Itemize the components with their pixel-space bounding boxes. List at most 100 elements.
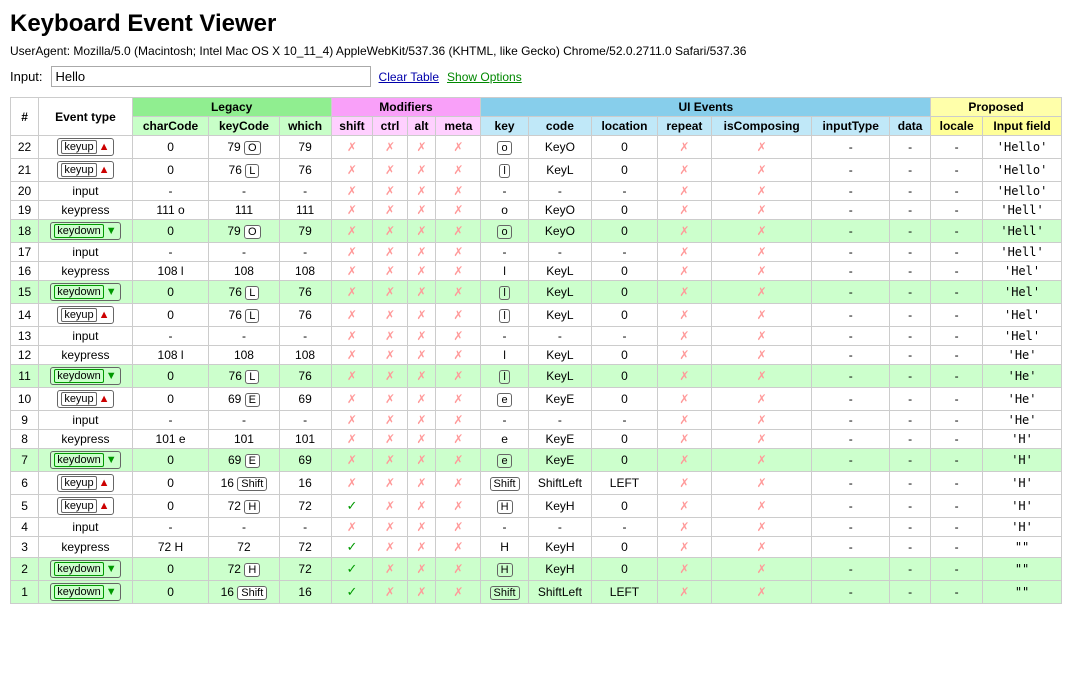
input-field-value: "" xyxy=(1015,540,1029,554)
table-cell: keyup ▲ xyxy=(39,136,133,159)
table-cell: - xyxy=(890,537,931,558)
keydown-badge: keydown ▼ xyxy=(50,583,120,601)
table-row: 11keydown ▼076 L76✗✗✗✗lKeyL0✗✗---'He' xyxy=(11,365,1062,388)
table-cell: ✗ xyxy=(712,243,812,262)
cross-mark: ✗ xyxy=(679,329,689,343)
cross-mark: ✗ xyxy=(757,432,767,446)
col-header-locale: locale xyxy=(931,117,983,136)
table-cell: - xyxy=(812,449,890,472)
table-cell: 'Hel' xyxy=(983,262,1062,281)
col-header-keycode: keyCode xyxy=(209,117,279,136)
cross-mark: ✗ xyxy=(679,562,689,576)
table-cell: ✗ xyxy=(436,346,481,365)
table-cell: keydown ▼ xyxy=(39,449,133,472)
cross-mark: ✗ xyxy=(417,203,427,217)
cross-mark: ✗ xyxy=(453,392,463,406)
cross-mark: ✗ xyxy=(417,369,427,383)
table-cell: - xyxy=(890,201,931,220)
table-cell: 0 xyxy=(132,558,208,581)
table-cell: ✗ xyxy=(373,430,407,449)
col-header-alt: alt xyxy=(407,117,436,136)
table-cell: 'Hell' xyxy=(983,201,1062,220)
table-cell: 9 xyxy=(11,411,39,430)
table-cell: ✗ xyxy=(407,449,436,472)
table-row: 8keypress101 e101101✗✗✗✗eKeyE0✗✗---'H' xyxy=(11,430,1062,449)
table-cell: 111 xyxy=(279,201,331,220)
table-cell: - xyxy=(481,518,528,537)
cross-mark: ✗ xyxy=(757,392,767,406)
table-cell: - xyxy=(890,159,931,182)
table-cell: - xyxy=(279,327,331,346)
table-cell: - xyxy=(812,365,890,388)
cross-mark: ✗ xyxy=(757,413,767,427)
table-row: 14keyup ▲076 L76✗✗✗✗lKeyL0✗✗---'Hel' xyxy=(11,304,1062,327)
table-cell: 69 xyxy=(279,449,331,472)
input-field-value: 'Hel' xyxy=(1004,329,1040,343)
table-cell: KeyE xyxy=(528,449,591,472)
table-cell: ✗ xyxy=(407,430,436,449)
cross-mark: ✗ xyxy=(679,369,689,383)
table-cell: 111 o xyxy=(132,201,208,220)
cross-mark: ✗ xyxy=(679,413,689,427)
table-cell: ✗ xyxy=(712,430,812,449)
table-row: 13input---✗✗✗✗---✗✗---'Hel' xyxy=(11,327,1062,346)
cross-mark: ✗ xyxy=(347,329,357,343)
table-cell: 8 xyxy=(11,430,39,449)
table-cell: l xyxy=(481,159,528,182)
table-cell: ✗ xyxy=(331,159,373,182)
key-badge: l xyxy=(499,309,509,323)
show-options-button[interactable]: Show Options xyxy=(447,70,522,84)
table-cell: ✗ xyxy=(373,365,407,388)
cross-mark: ✗ xyxy=(679,285,689,299)
event-type-text: input xyxy=(72,520,98,534)
input-label: Input: xyxy=(10,69,43,84)
key-badge: o xyxy=(497,141,511,155)
table-cell: ✓ xyxy=(331,495,373,518)
table-cell: ✗ xyxy=(407,495,436,518)
text-input[interactable] xyxy=(51,66,371,87)
table-cell: 'Hello' xyxy=(983,182,1062,201)
table-cell: l xyxy=(481,346,528,365)
table-cell: 76 L xyxy=(209,281,279,304)
table-cell: keyup ▲ xyxy=(39,304,133,327)
table-cell: H xyxy=(481,558,528,581)
table-cell: ✗ xyxy=(331,220,373,243)
table-cell: KeyH xyxy=(528,537,591,558)
keycode-badge: Shift xyxy=(237,477,267,491)
table-cell: 0 xyxy=(132,581,208,604)
table-cell: - xyxy=(592,518,658,537)
table-cell: - xyxy=(592,182,658,201)
table-cell: ✗ xyxy=(712,558,812,581)
cross-mark: ✗ xyxy=(453,245,463,259)
table-cell: 72 xyxy=(279,558,331,581)
table-cell: - xyxy=(812,220,890,243)
table-cell: 108 l xyxy=(132,262,208,281)
table-cell: - xyxy=(481,327,528,346)
table-cell: ✗ xyxy=(657,581,711,604)
table-row: 9input---✗✗✗✗---✗✗---'He' xyxy=(11,411,1062,430)
table-cell: 79 xyxy=(279,136,331,159)
cross-mark: ✗ xyxy=(417,285,427,299)
table-row: 5keyup ▲072 H72✓✗✗✗HKeyH0✗✗---'H' xyxy=(11,495,1062,518)
table-cell: KeyL xyxy=(528,365,591,388)
table-cell: - xyxy=(931,346,983,365)
table-cell: input xyxy=(39,518,133,537)
table-cell: 'He' xyxy=(983,411,1062,430)
table-cell: ✗ xyxy=(657,346,711,365)
table-cell: LEFT xyxy=(592,472,658,495)
table-cell: 20 xyxy=(11,182,39,201)
table-cell: ✗ xyxy=(436,537,481,558)
table-cell: ✗ xyxy=(436,201,481,220)
table-cell: - xyxy=(890,411,931,430)
input-field-value: 'H' xyxy=(1011,520,1033,534)
table-cell: - xyxy=(931,518,983,537)
cross-mark: ✗ xyxy=(417,520,427,534)
table-cell: ✗ xyxy=(436,411,481,430)
cross-mark: ✗ xyxy=(417,308,427,322)
cross-mark: ✗ xyxy=(385,540,395,554)
table-cell: - xyxy=(890,220,931,243)
cross-mark: ✗ xyxy=(385,432,395,446)
clear-table-button[interactable]: Clear Table xyxy=(379,70,439,84)
table-cell: ✗ xyxy=(436,365,481,388)
table-cell: ✗ xyxy=(407,182,436,201)
